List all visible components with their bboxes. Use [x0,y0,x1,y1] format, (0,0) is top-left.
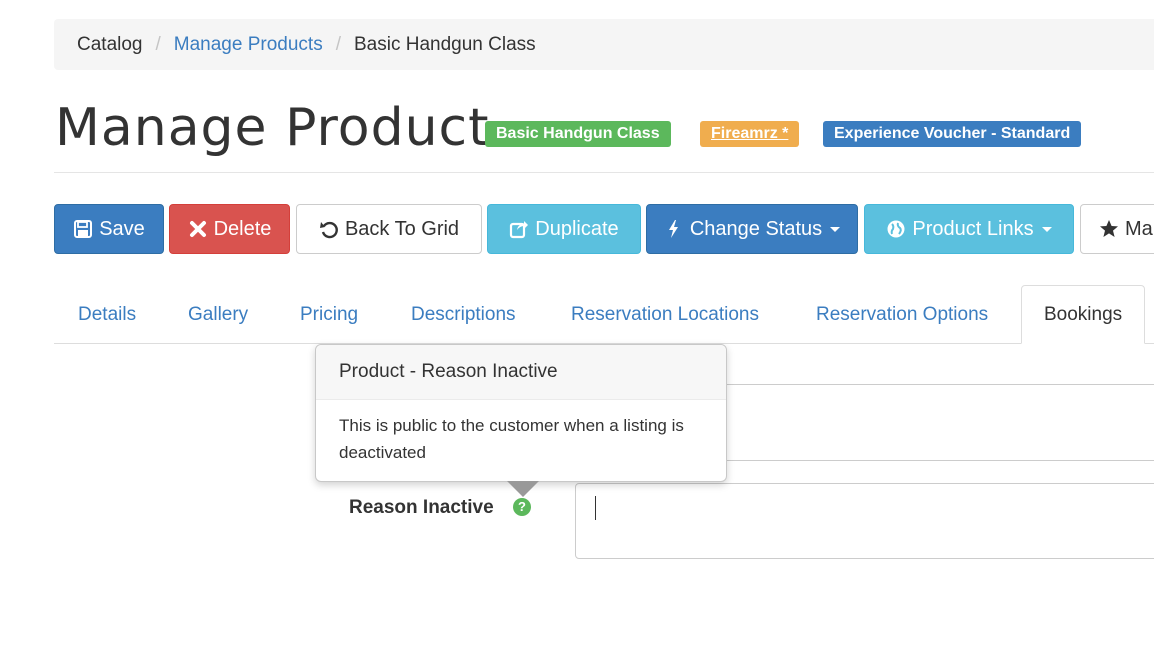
bolt-icon [668,220,678,238]
star-icon [1100,220,1118,237]
tab-reservation-locations[interactable]: Reservation Locations [571,304,759,326]
badge-vendor-link[interactable]: Fireamrz * [700,121,800,147]
breadcrumb-catalog[interactable]: Catalog [77,34,143,56]
page-title: Manage Product [55,98,490,158]
product-links-button[interactable]: Product Links [864,204,1074,254]
back-to-grid-button[interactable]: Back To Grid [296,204,482,254]
badge-product-type: Experience Voucher - Standard [823,121,1082,147]
save-label: Save [99,217,145,240]
product-links-label: Product Links [912,217,1034,240]
question-circle-icon[interactable]: ? [513,498,531,516]
delete-button[interactable]: Delete [169,204,290,254]
floppy-disk-icon [74,220,93,238]
badge-product-name: Basic Handgun Class [485,121,671,147]
tab-gallery[interactable]: Gallery [188,304,248,326]
mark-label: Ma [1125,217,1153,240]
popover-content: This is public to the customer when a li… [339,416,684,462]
undo-icon [319,221,338,239]
breadcrumb-separator: / [335,33,341,55]
title-divider [54,172,1154,173]
delete-label: Delete [213,217,272,240]
breadcrumb-manage-products[interactable]: Manage Products [174,34,323,56]
tab-bookings[interactable]: Bookings [1021,285,1146,344]
popover-title: Product - Reason Inactive [316,345,726,400]
tab-reservation-options[interactable]: Reservation Options [816,304,988,326]
breadcrumb-separator: / [155,33,161,55]
globe-icon [887,220,905,238]
save-button[interactable]: Save [54,204,164,254]
duplicate-label: Duplicate [535,217,619,240]
back-to-grid-label: Back To Grid [344,217,460,240]
change-status-label: Change Status [689,217,823,240]
duplicate-button[interactable]: Duplicate [487,204,641,254]
change-status-button[interactable]: Change Status [646,204,858,254]
breadcrumb-current: Basic Handgun Class [353,33,536,55]
share-square-icon [510,221,529,239]
mark-button[interactable]: Ma [1080,204,1154,254]
text-cursor [595,496,596,520]
tab-pricing[interactable]: Pricing [300,304,358,326]
reason-inactive-textarea[interactable] [575,483,1154,559]
popover-arrow [507,481,539,497]
reason-inactive-label: Reason Inactive [349,497,494,518]
breadcrumb: Catalog / Manage Products / Basic Handgu… [54,19,1154,70]
help-popover: Product - Reason Inactive This is public… [315,344,727,497]
chevron-down-icon [830,226,841,232]
tab-descriptions[interactable]: Descriptions [411,304,516,326]
times-icon [189,221,206,237]
chevron-down-icon [1041,226,1052,232]
tab-details[interactable]: Details [78,304,136,326]
